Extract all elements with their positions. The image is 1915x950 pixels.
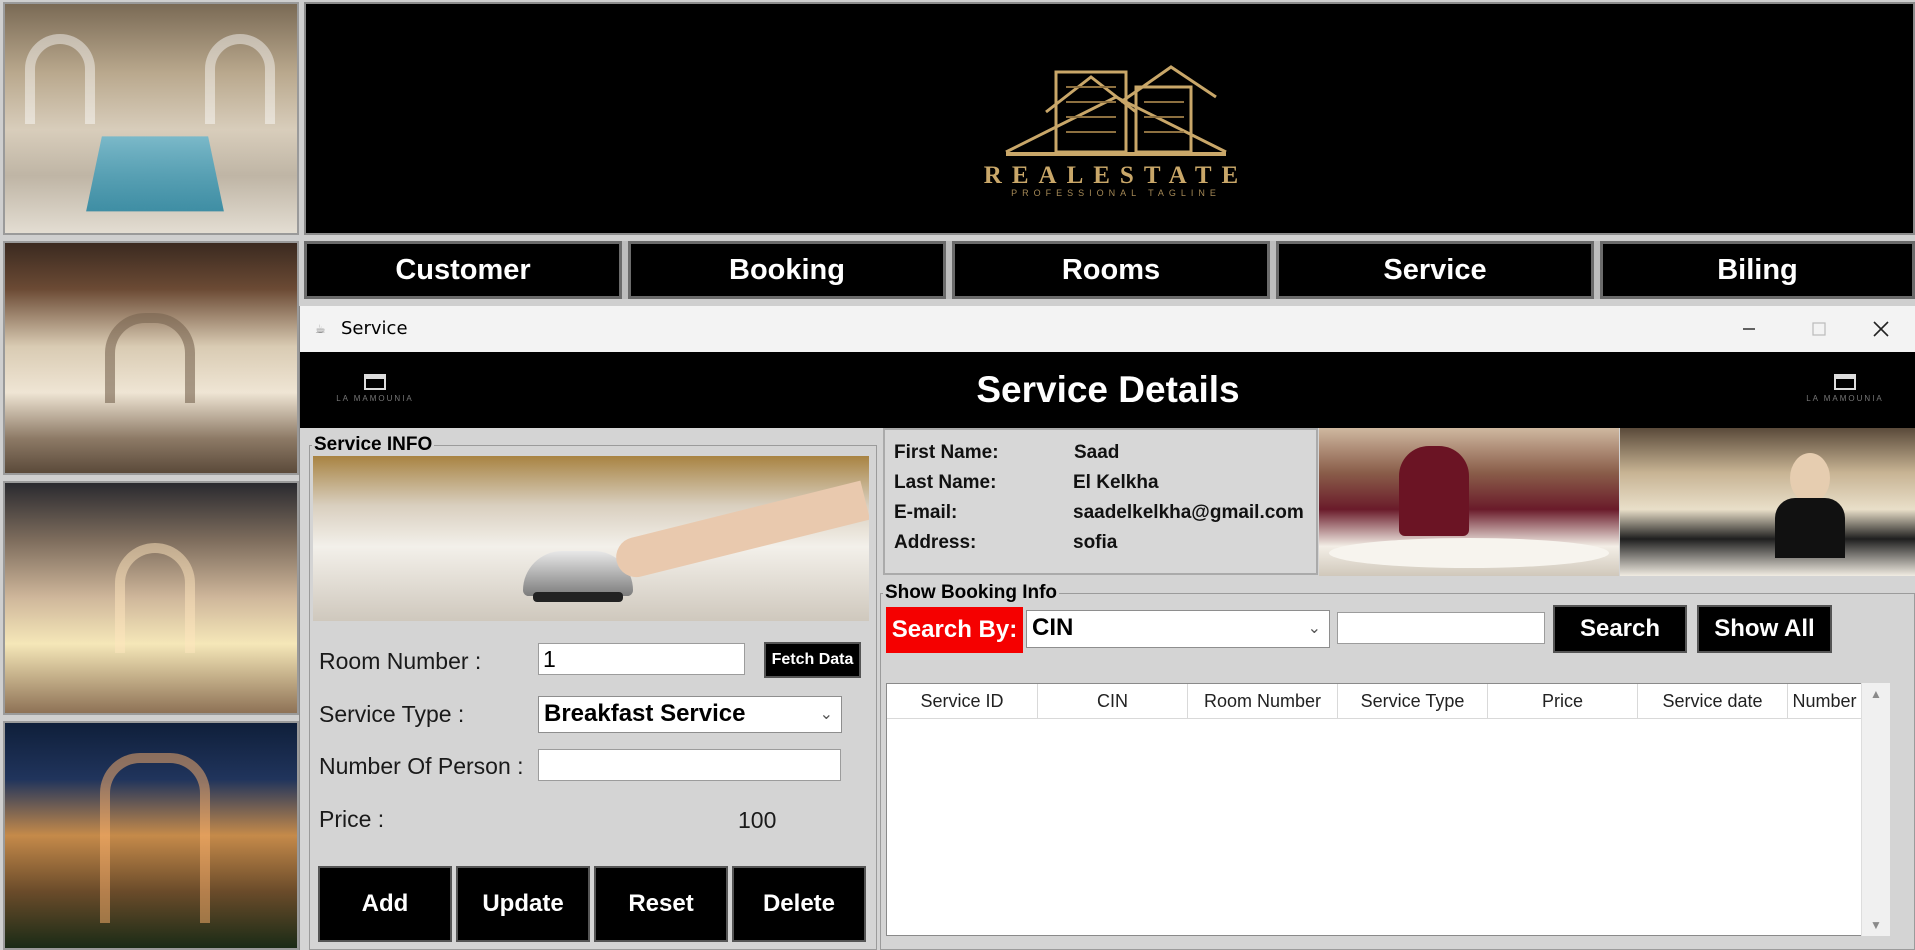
service-type-select[interactable]: Breakfast Service ⌄ <box>538 696 842 733</box>
search-by-label: Search By: <box>886 607 1023 653</box>
nav-billing-button[interactable]: Biling <box>1600 241 1915 299</box>
window-titlebar: ☕ Service <box>300 306 1915 352</box>
column-header[interactable]: Service ID <box>887 684 1038 719</box>
hotel-facade-photo <box>3 721 299 950</box>
close-button[interactable] <box>1846 306 1915 352</box>
page-title: Service Details <box>976 369 1240 410</box>
service-header: LA MAMOUNIA Service Details LA MAMOUNIA <box>300 352 1915 428</box>
search-input[interactable] <box>1337 612 1545 644</box>
bell-photo <box>313 456 869 621</box>
column-header[interactable]: Service Type <box>1338 684 1488 719</box>
column-header[interactable]: Service date <box>1638 684 1788 719</box>
top-banner: REALESTATE PROFESSIONAL TAGLINE <box>304 2 1915 235</box>
facade-decoration <box>100 753 210 923</box>
price-label: Price : <box>319 806 385 832</box>
fetch-data-button[interactable]: Fetch Data <box>764 642 861 678</box>
table-vertical-scrollbar[interactable]: ▲ ▼ <box>1861 683 1890 936</box>
room-service-photo <box>1319 428 1619 576</box>
search-by-value: CIN <box>1032 614 1074 641</box>
number-of-person-input[interactable] <box>538 749 841 781</box>
hotel-pool-photo <box>3 2 299 235</box>
minimize-icon <box>1743 328 1755 330</box>
booking-info-legend: Show Booking Info <box>885 582 1058 603</box>
hotel-courtyard-photo <box>3 481 299 715</box>
butler-head <box>1790 453 1830 503</box>
arch-decoration <box>115 543 195 653</box>
butler-service-photo <box>1620 428 1915 576</box>
column-header[interactable]: CIN <box>1038 684 1188 719</box>
price-value: 100 <box>738 807 777 833</box>
column-header[interactable]: Room Number <box>1188 684 1338 719</box>
nav-booking-button[interactable]: Booking <box>628 241 946 299</box>
building-icon <box>1005 65 1227 156</box>
scroll-up-icon[interactable]: ▲ <box>1870 687 1882 701</box>
arch-decoration <box>205 34 275 124</box>
first-name-value: Saad <box>1074 442 1120 463</box>
room-number-input[interactable]: 1 <box>538 643 745 675</box>
service-info-legend: Service INFO <box>314 434 433 455</box>
service-type-value: Breakfast Service <box>544 700 746 727</box>
real-estate-logo: REALESTATE PROFESSIONAL TAGLINE <box>946 42 1286 198</box>
nav-rooms-button[interactable]: Rooms <box>952 241 1270 299</box>
update-button[interactable]: Update <box>456 866 590 942</box>
arch-decoration <box>25 34 95 124</box>
last-name-value: El Kelkha <box>1073 472 1159 493</box>
logo-tagline: PROFESSIONAL TAGLINE <box>1011 188 1221 198</box>
pool-shape <box>86 136 224 212</box>
table-shape <box>1329 538 1609 568</box>
column-header[interactable]: Number <box>1788 684 1862 719</box>
delete-button[interactable]: Delete <box>732 866 866 942</box>
mirror-decoration <box>105 313 195 403</box>
reset-button[interactable]: Reset <box>594 866 728 942</box>
customer-info-panel: First Name: Saad Last Name: El Kelkha E-… <box>883 428 1318 575</box>
show-all-button[interactable]: Show All <box>1697 605 1832 653</box>
address-value: sofia <box>1073 532 1118 553</box>
search-button[interactable]: Search <box>1553 605 1687 653</box>
column-header[interactable]: Price <box>1488 684 1638 719</box>
hotel-logo-text: LA MAMOUNIA <box>1806 394 1884 403</box>
address-label: Address: <box>894 532 977 553</box>
first-name-label: First Name: <box>894 442 999 463</box>
app-root: REALESTATE PROFESSIONAL TAGLINE Customer… <box>0 0 1915 950</box>
scroll-down-icon[interactable]: ▼ <box>1870 918 1882 932</box>
window-title: Service <box>341 318 408 339</box>
chevron-down-icon: ⌄ <box>819 706 833 723</box>
bell-base <box>533 592 623 602</box>
add-button[interactable]: Add <box>318 866 452 942</box>
minimize-button[interactable] <box>1714 306 1784 352</box>
close-icon <box>1873 321 1889 337</box>
waiter-figure <box>1399 446 1469 536</box>
logo-text: REALESTATE <box>983 162 1249 189</box>
main-nav: Customer Booking Rooms Service Biling <box>304 241 1915 299</box>
java-app-icon: ☕ <box>315 322 326 336</box>
hotel-lounge-photo <box>3 241 299 475</box>
nav-service-button[interactable]: Service <box>1276 241 1594 299</box>
butler-figure <box>1775 498 1845 558</box>
search-by-select[interactable]: CIN ⌄ <box>1026 610 1330 648</box>
hotel-logo-right: LA MAMOUNIA <box>1780 374 1910 410</box>
email-value: saadelkelkha@gmail.com <box>1073 502 1304 523</box>
booking-table[interactable]: Service ID CIN Room Number Service Type … <box>886 683 1890 936</box>
last-name-label: Last Name: <box>894 472 997 493</box>
service-type-label: Service Type : <box>319 701 465 727</box>
maximize-icon <box>1812 322 1826 336</box>
maximize-button[interactable] <box>1784 306 1854 352</box>
email-label: E-mail: <box>894 502 958 523</box>
hand-shape <box>611 480 869 582</box>
number-of-person-label: Number Of Person : <box>319 753 524 779</box>
nav-customer-button[interactable]: Customer <box>304 241 622 299</box>
chevron-down-icon: ⌄ <box>1307 620 1321 637</box>
crown-icon <box>1834 374 1856 390</box>
room-number-label: Room Number : <box>319 648 482 674</box>
